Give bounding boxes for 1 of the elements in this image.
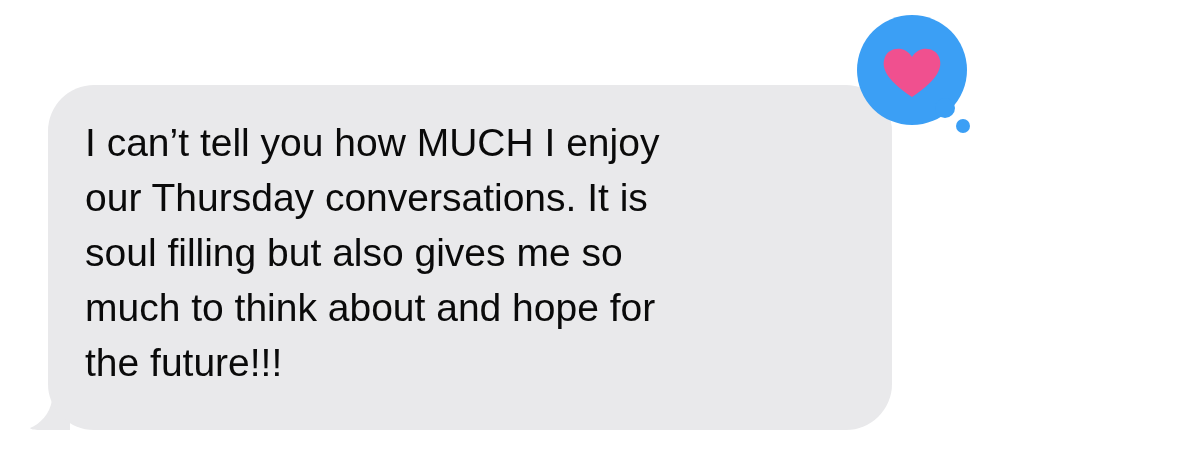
message-text: I can’t tell you how MUCH I enjoy our Thursday conversations. It is soul filling but also gives me so much to think about and hope for the future!!!: [85, 120, 661, 386]
